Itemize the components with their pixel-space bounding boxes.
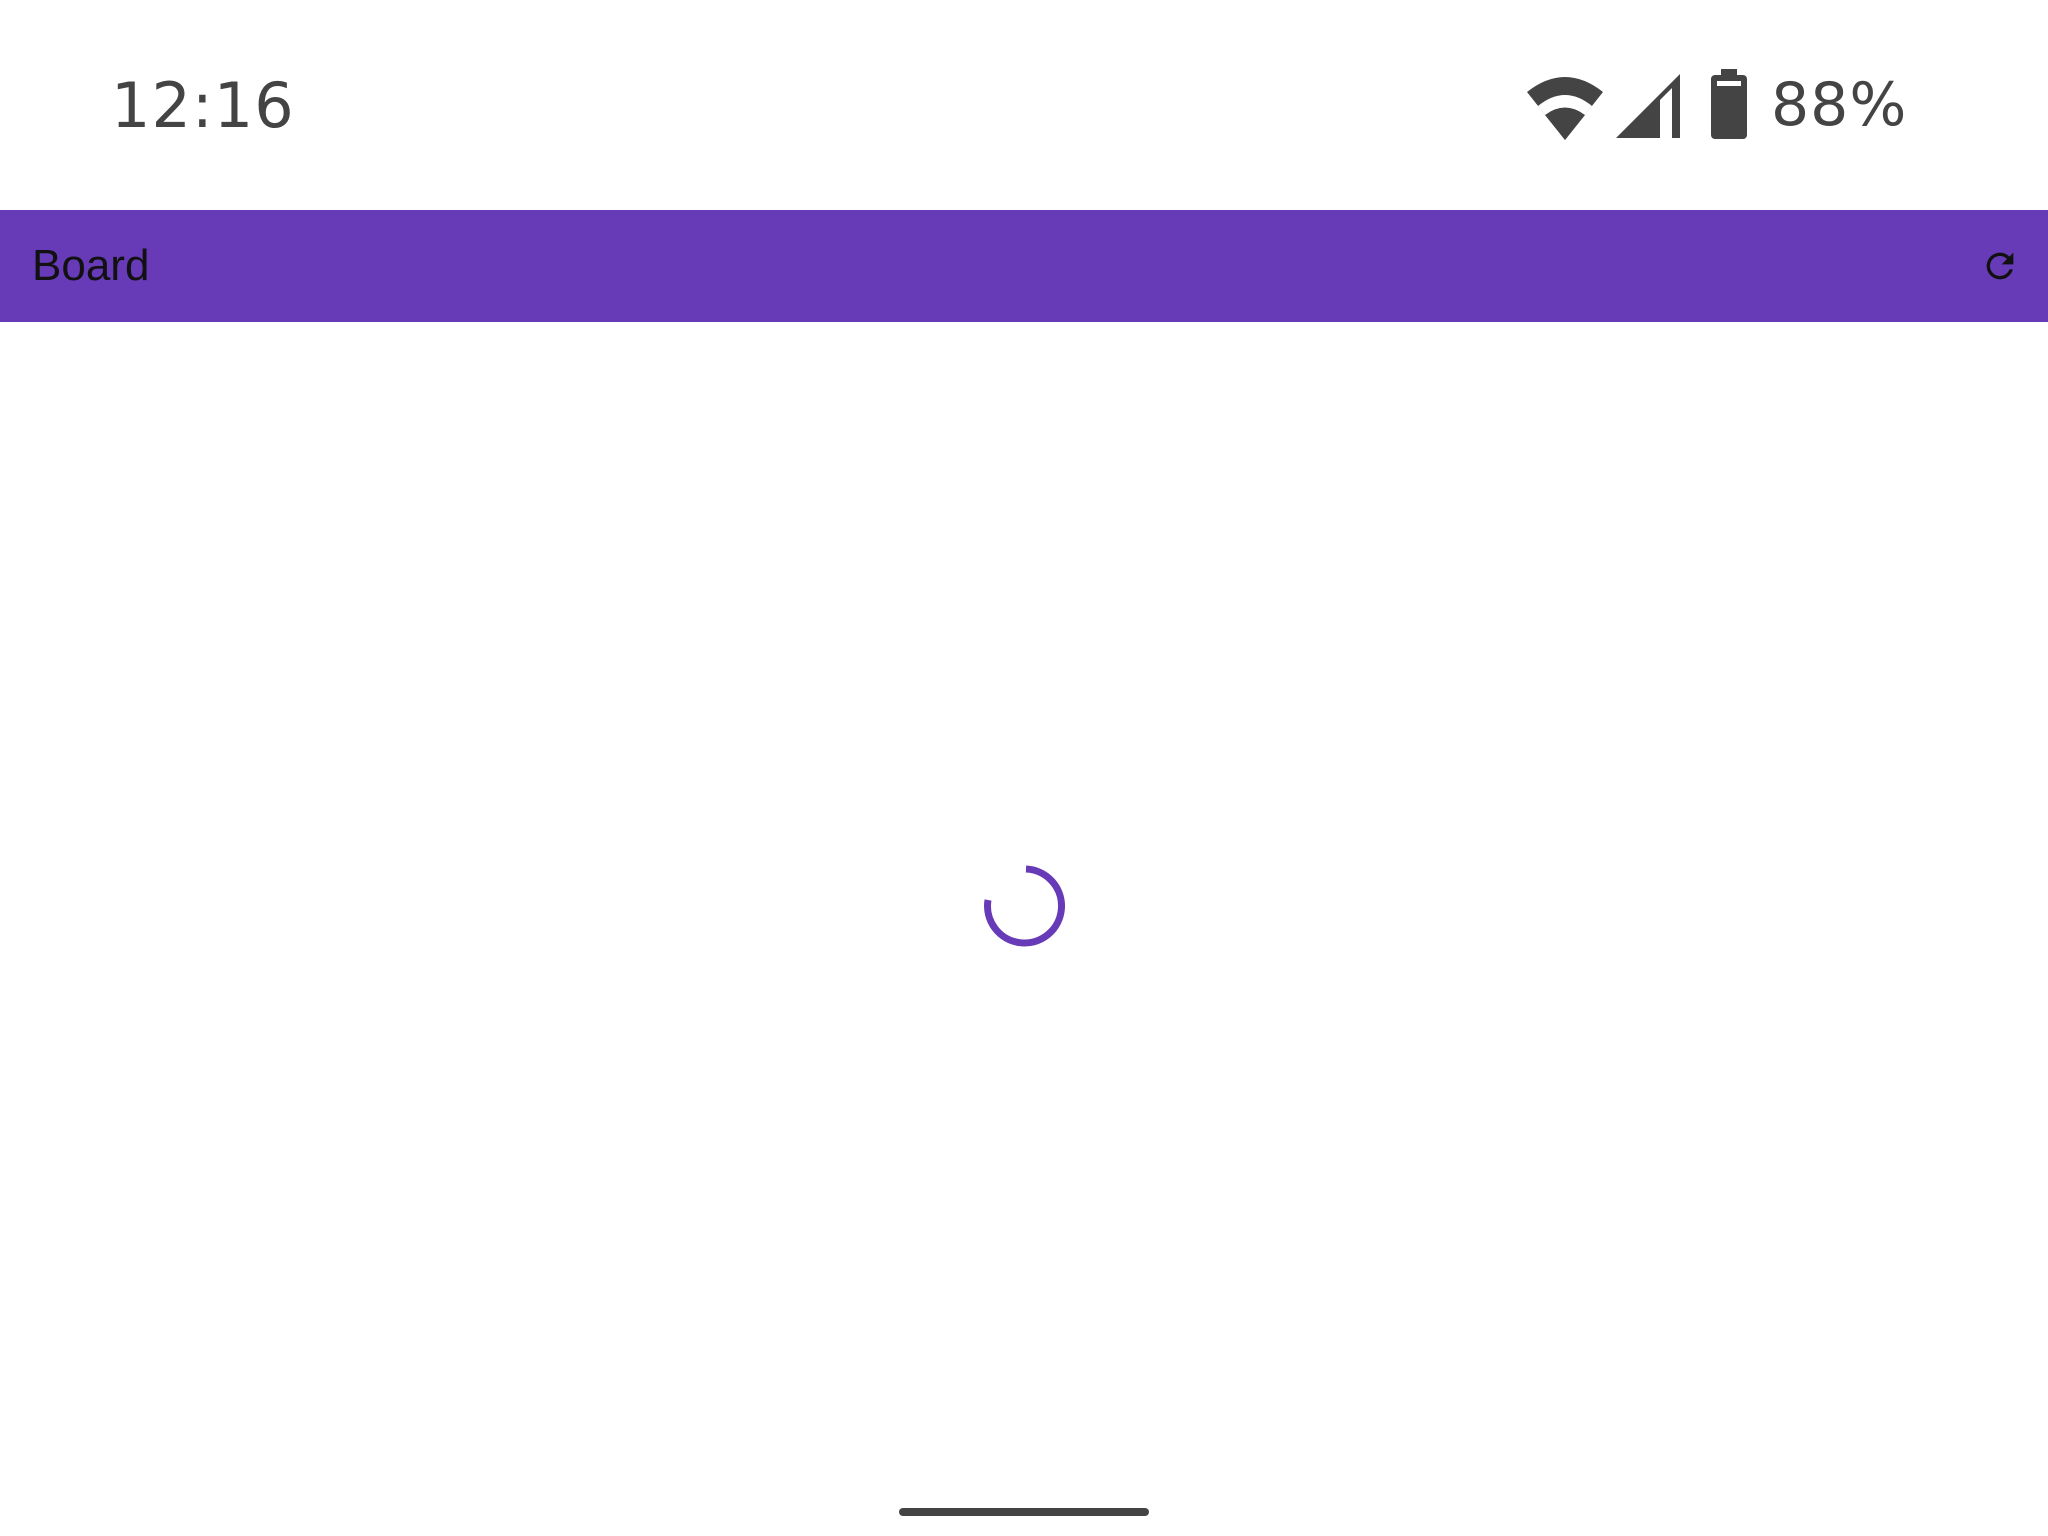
refresh-icon bbox=[1986, 252, 2014, 280]
wifi-icon bbox=[1527, 77, 1603, 140]
battery-icon bbox=[1711, 69, 1747, 139]
battery-percent: 88% bbox=[1771, 70, 1908, 140]
page-title: Board bbox=[32, 241, 150, 290]
app-bar: Board bbox=[0, 210, 2048, 322]
status-time: 12:16 bbox=[111, 69, 295, 142]
loading-spinner bbox=[984, 865, 1065, 947]
cell-signal-icon bbox=[1616, 74, 1680, 138]
status-icons: 88% bbox=[1525, 64, 1925, 146]
home-indicator[interactable] bbox=[899, 1508, 1149, 1516]
status-bar: 12:16 88% bbox=[0, 0, 2048, 210]
refresh-button[interactable] bbox=[1972, 238, 2028, 294]
